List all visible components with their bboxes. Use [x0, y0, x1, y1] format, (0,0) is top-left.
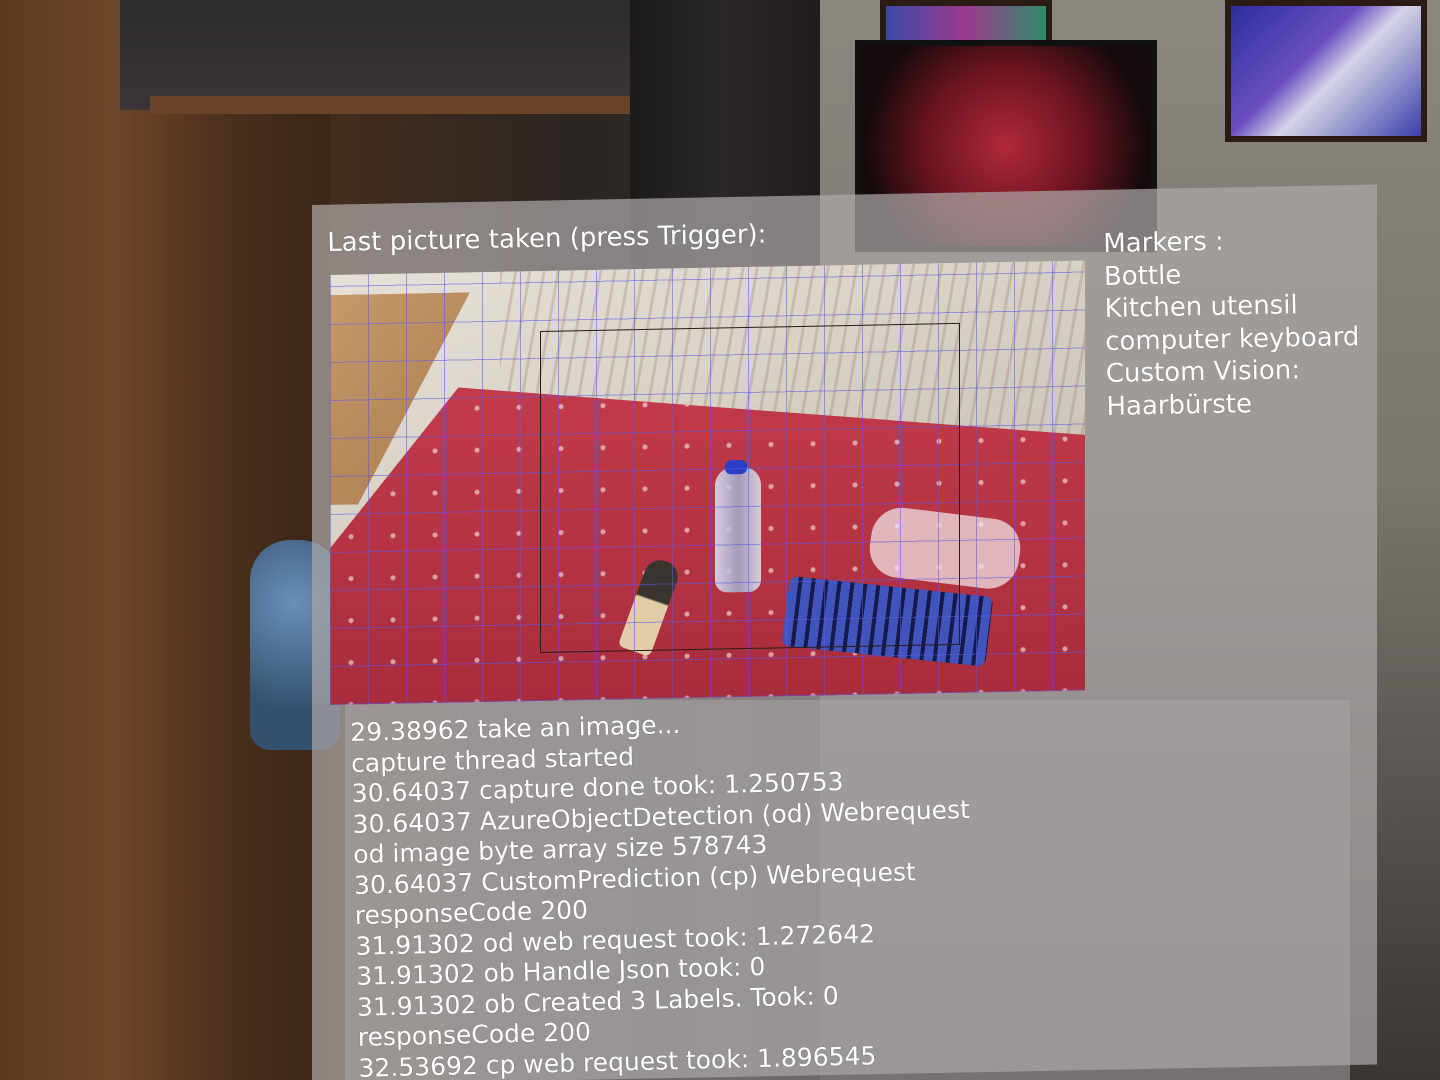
last-captured-picture [330, 260, 1085, 705]
marker-item: Custom Vision: [1105, 355, 1301, 389]
status-log: 29.38962 take an image... capture thread… [350, 703, 976, 1080]
mixed-reality-view: Last picture taken (press Trigger): Mark… [0, 0, 1440, 1080]
marker-item: Kitchen utensil [1104, 290, 1298, 324]
shelf-board [150, 96, 630, 114]
marker-item: Haarbürste [1106, 388, 1253, 422]
cup-shelf [120, 0, 630, 110]
marker-item: Bottle [1103, 260, 1182, 292]
detection-bounding-box [540, 322, 960, 653]
unicorn-poster [1225, 0, 1427, 142]
marker-item: computer keyboard [1104, 321, 1360, 357]
markers-list: Markers : Bottle Kitchen utensil compute… [1103, 223, 1361, 423]
markers-heading: Markers : [1103, 226, 1225, 259]
